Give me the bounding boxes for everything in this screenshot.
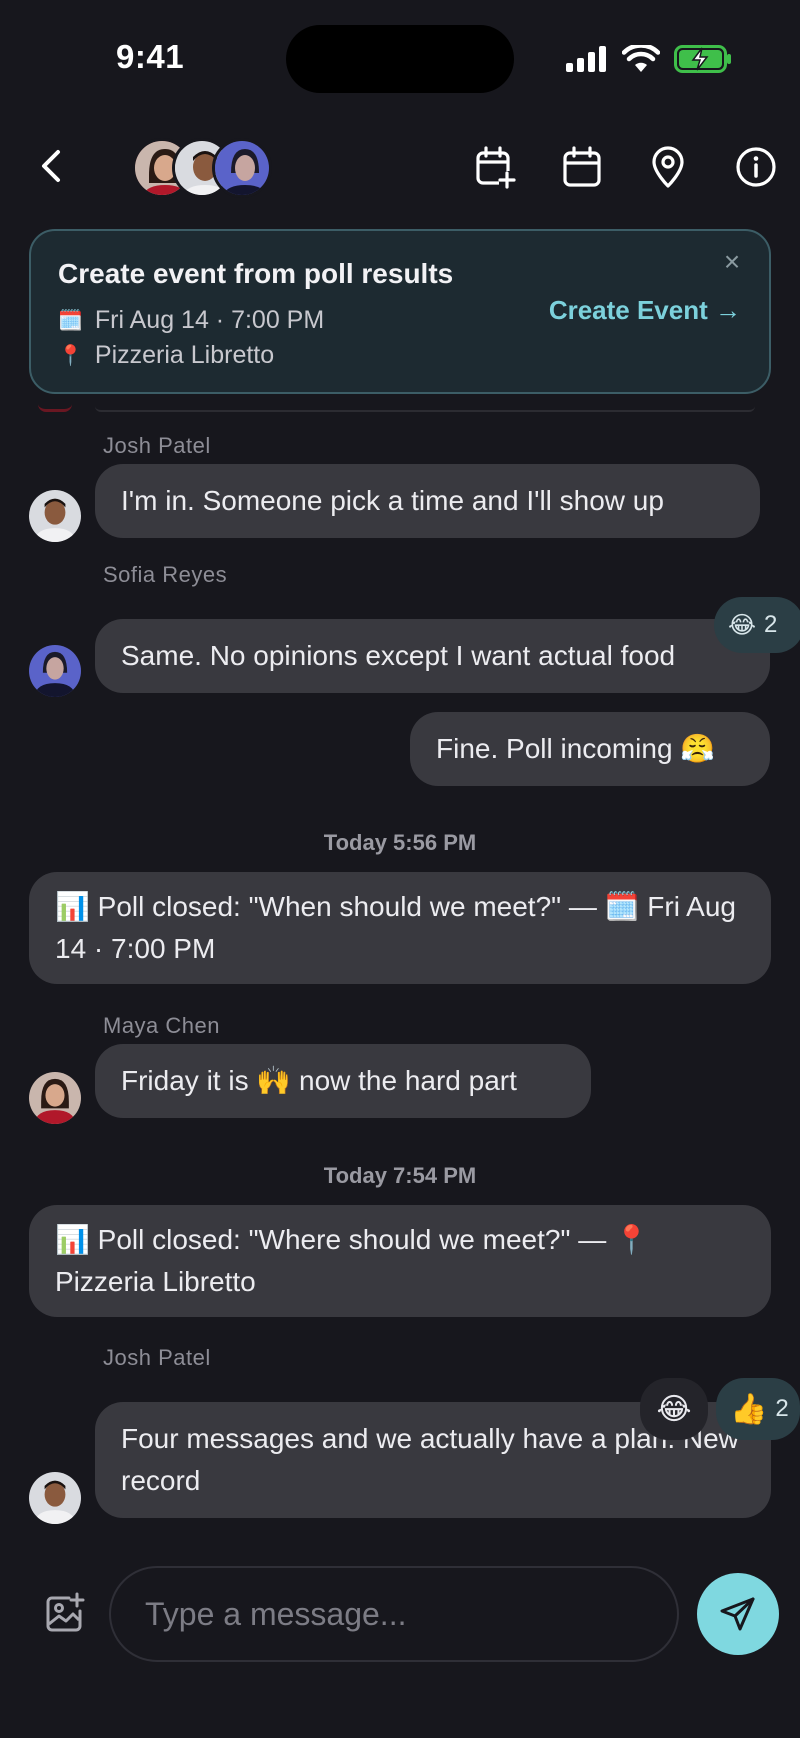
wifi-icon (622, 45, 660, 72)
create-event-button[interactable]: Create Event → (549, 295, 741, 326)
avatar-maya[interactable] (29, 1072, 81, 1124)
info-icon[interactable] (734, 145, 778, 189)
timestamp: Today 5:56 PM (323, 830, 477, 855)
status-time: 9:41 (116, 38, 185, 75)
avatar-josh[interactable] (29, 490, 81, 542)
message-text: Same. No opinions except I want actual f… (121, 640, 676, 671)
banner-place: Pizzeria Libretto (94, 341, 275, 369)
message-text: I'm in. Someone pick a time and I'll sho… (121, 485, 664, 516)
message-input[interactable] (111, 1568, 677, 1660)
sender-name: Maya Chen (103, 1013, 221, 1038)
laughing-emoji-icon: 😂 (728, 611, 757, 639)
banner-place-row: 📍 Pizzeria Libretto (58, 341, 274, 370)
location-pin-icon[interactable] (646, 145, 690, 189)
add-image-icon[interactable] (44, 1592, 86, 1634)
timestamp: Today 7:54 PM (323, 1163, 477, 1188)
pin-emoji-icon: 📍 (58, 345, 83, 367)
status-icons (566, 40, 732, 78)
avatar-sofia[interactable] (29, 645, 81, 697)
banner-close-button[interactable]: × (715, 245, 749, 279)
outgoing-message-bubble[interactable]: Fine. Poll incoming 😤 (410, 712, 770, 786)
previous-bubble-edge (95, 406, 755, 412)
message-text: Friday it is 🙌 now the hard part (121, 1065, 517, 1096)
poll-result-message[interactable]: 📊 Poll closed: "Where should we meet?" —… (29, 1205, 771, 1317)
sender-name: Josh Patel (103, 1345, 211, 1370)
send-button[interactable] (697, 1573, 779, 1655)
banner-title: Create event from poll results (58, 258, 454, 289)
sender-name: Sofia Reyes (103, 562, 228, 587)
calendar-emoji-icon: 🗓️ (58, 310, 83, 332)
message-bubble[interactable]: Same. No opinions except I want actual f… (95, 619, 770, 693)
signal-icon (566, 46, 606, 72)
system-text: 📊 Poll closed: "Where should we meet?" —… (55, 1224, 649, 1297)
reaction-chip[interactable]: 😂 (640, 1378, 708, 1440)
message-composer[interactable] (109, 1566, 679, 1662)
reaction-count: 2 (764, 611, 778, 638)
message-text: Fine. Poll incoming 😤 (436, 733, 716, 764)
group-avatars[interactable] (132, 138, 282, 198)
battery-charging-icon (674, 45, 731, 73)
back-chevron-icon[interactable] (30, 144, 74, 188)
avatar-sofia (212, 138, 272, 198)
message-bubble[interactable]: Friday it is 🙌 now the hard part (95, 1044, 591, 1118)
thumbs-up-emoji-icon: 👍 (730, 1391, 768, 1427)
message-text: Four messages and we actually have a pla… (121, 1423, 739, 1496)
calendar-icon[interactable] (560, 145, 604, 189)
reaction-chip[interactable]: 😂 2 (714, 597, 800, 653)
avatar-josh[interactable] (29, 1472, 81, 1524)
reaction-chip[interactable]: 👍 2 (716, 1378, 800, 1440)
add-calendar-icon[interactable] (473, 145, 517, 189)
dynamic-island (286, 25, 514, 93)
banner-date-row: 🗓️ Fri Aug 14 · 7:00 PM (58, 306, 324, 335)
create-event-banner: Create event from poll results 🗓️ Fri Au… (29, 229, 771, 394)
banner-date: Fri Aug 14 · 7:00 PM (94, 306, 325, 334)
send-icon (720, 1597, 755, 1631)
previous-avatar-edge (38, 404, 72, 412)
reaction-count: 2 (775, 1395, 789, 1422)
system-text: 📊 Poll closed: "When should we meet?" — … (55, 891, 736, 964)
poll-result-message[interactable]: 📊 Poll closed: "When should we meet?" — … (29, 872, 771, 984)
message-bubble[interactable]: I'm in. Someone pick a time and I'll sho… (95, 464, 760, 538)
sender-name: Josh Patel (103, 433, 211, 458)
laughing-emoji-icon: 😂 (656, 1391, 692, 1427)
